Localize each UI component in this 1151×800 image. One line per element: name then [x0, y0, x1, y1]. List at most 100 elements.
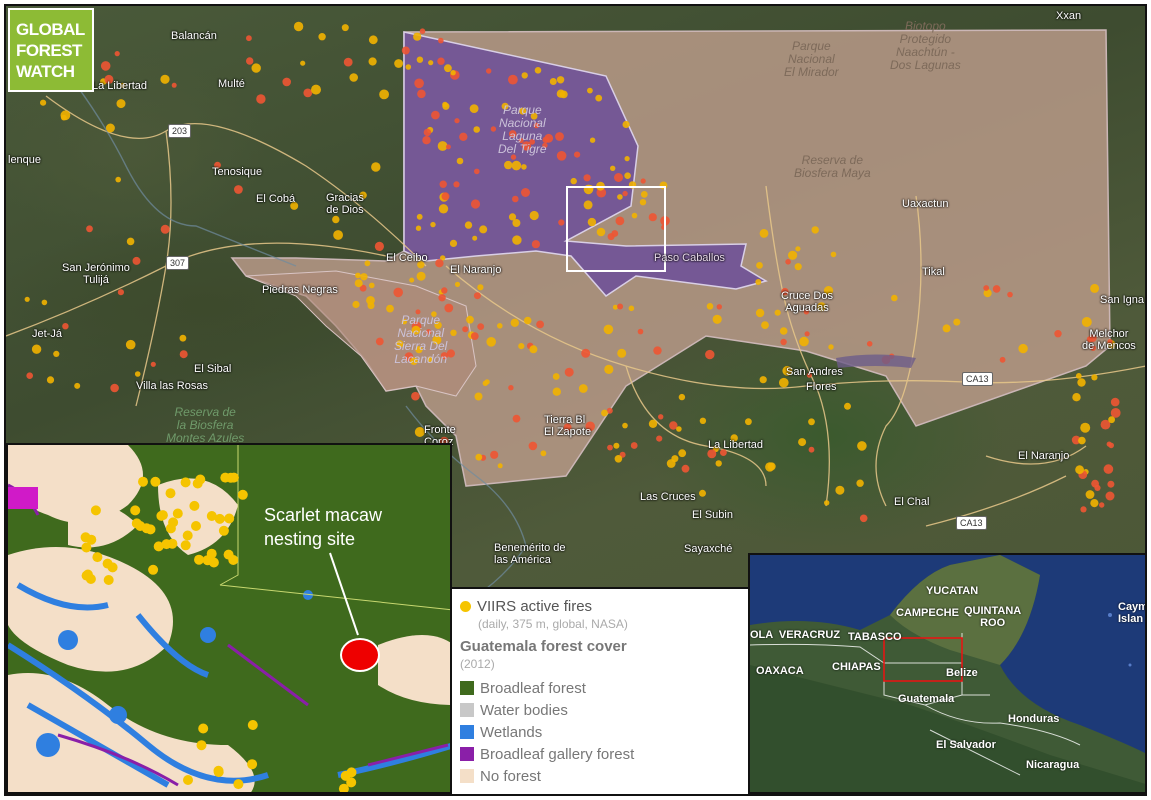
inset-fire-point	[233, 779, 244, 790]
fire-point	[521, 164, 527, 170]
fire-point	[343, 57, 353, 67]
place-el-naranjo-east: El Naranjo	[1018, 450, 1070, 462]
swatch-water	[460, 703, 474, 717]
label-campeche: CAMPECHE	[896, 607, 959, 619]
fire-point	[100, 61, 111, 71]
inset-fire-point	[135, 521, 146, 531]
inset-fire-point	[161, 539, 172, 550]
fire-point	[86, 225, 93, 233]
inset-fire-point	[247, 759, 258, 770]
fire-point	[552, 373, 560, 380]
fire-point	[437, 141, 448, 151]
fire-point	[354, 279, 363, 288]
inset-fire-point	[191, 521, 201, 531]
fire-point	[364, 260, 371, 267]
fire-point	[866, 341, 873, 347]
inset-fire-point	[81, 542, 92, 553]
fire-point	[1099, 502, 1105, 508]
fire-point	[512, 219, 521, 227]
fire-point	[999, 356, 1006, 363]
fire-point	[462, 326, 469, 333]
fire-point	[759, 376, 767, 384]
lake-peten-itza	[836, 354, 916, 368]
fire-point	[445, 144, 451, 150]
place-xxan: Xxan	[1056, 10, 1082, 22]
fire-point	[375, 337, 384, 346]
fire-point	[558, 219, 565, 226]
place-sayaxche: Sayaxché	[684, 543, 733, 555]
fire-point	[780, 338, 787, 346]
fire-point	[126, 237, 135, 246]
fire-point	[1007, 291, 1013, 298]
fire-point	[409, 277, 415, 283]
fire-point	[246, 35, 252, 42]
swatch-wetlands	[460, 725, 474, 739]
place-el-subin: El Subin	[692, 509, 733, 521]
fire-point	[795, 246, 801, 252]
inset-fire-point	[224, 513, 235, 524]
park-laguna-del-tigre: Parque Nacional Laguna Del Tigre	[498, 103, 547, 156]
fire-point	[454, 118, 460, 124]
fire-point	[639, 199, 647, 206]
fire-point	[368, 35, 378, 45]
inset-fire-point	[346, 767, 357, 778]
label-chiapas: CHIAPAS	[832, 661, 881, 673]
fire-point	[134, 371, 141, 377]
fire-point	[521, 188, 530, 197]
fire-point	[419, 28, 426, 34]
road-shield-203: 203	[168, 124, 192, 138]
nesting-site-marker[interactable]	[340, 638, 380, 672]
fire-point	[115, 176, 121, 183]
park-sierra-lacandon: Parque Nacional Sierra Del Lacandón	[394, 313, 448, 366]
inset-fire-point	[202, 555, 213, 566]
regional-locator-map[interactable]: YUCATAN CAMPECHE QUINTANA ROO Caym Islan…	[748, 553, 1147, 794]
legend-item-wetlands: Wetlands	[460, 721, 740, 743]
forest-cover-overlays	[8, 445, 450, 792]
legend-item-gallery: Broadleaf gallery forest	[460, 743, 740, 765]
fire-point	[416, 271, 426, 281]
legend-fires-title: VIIRS active fires	[477, 597, 593, 615]
place-el-coba: El Cobá	[256, 193, 296, 205]
fire-point	[179, 334, 187, 342]
fire-point	[536, 320, 544, 329]
fire-point	[469, 104, 479, 113]
fire-point	[31, 344, 42, 354]
fire-point	[415, 225, 422, 231]
fire-point	[386, 304, 394, 313]
fire-point	[531, 240, 541, 249]
fire-point	[473, 126, 481, 133]
inset-fire-point	[189, 500, 200, 511]
fire-point	[830, 251, 837, 258]
fire-point	[794, 263, 802, 271]
inset-fire-point	[338, 783, 349, 792]
fire-point	[453, 181, 460, 188]
forest-cover-inset-map[interactable]: Scarlet macaw nesting site	[6, 443, 452, 794]
fire-point	[1110, 408, 1121, 418]
fire-point	[74, 382, 81, 389]
inset-fire-point	[237, 489, 248, 500]
place-san-jeronimo: San Jerónimo Tulijá	[62, 262, 130, 286]
fire-point	[622, 120, 630, 129]
fire-point	[482, 380, 488, 386]
inset-fire-point	[225, 472, 236, 483]
place-piedras-negras: Piedras Negras	[262, 284, 338, 296]
fire-point	[360, 273, 368, 281]
place-flores: Flores	[806, 381, 837, 393]
place-la-libertad: La Libertad	[708, 439, 764, 451]
fire-point	[552, 387, 561, 396]
no-forest-areas	[8, 445, 450, 792]
fire-point	[508, 385, 514, 391]
inset-fire-point	[130, 505, 141, 516]
fire-point	[676, 426, 682, 432]
fire-point	[824, 500, 830, 506]
fire-point	[631, 212, 638, 219]
fire-point	[779, 327, 788, 335]
inset-fire-point	[180, 540, 191, 551]
fire-point	[1107, 480, 1115, 488]
fire-point	[529, 345, 538, 354]
inset-fire-point	[247, 720, 258, 730]
fire-point	[150, 361, 156, 367]
fire-point	[942, 324, 951, 333]
fire-point	[1091, 374, 1098, 381]
fire-point	[438, 204, 449, 214]
